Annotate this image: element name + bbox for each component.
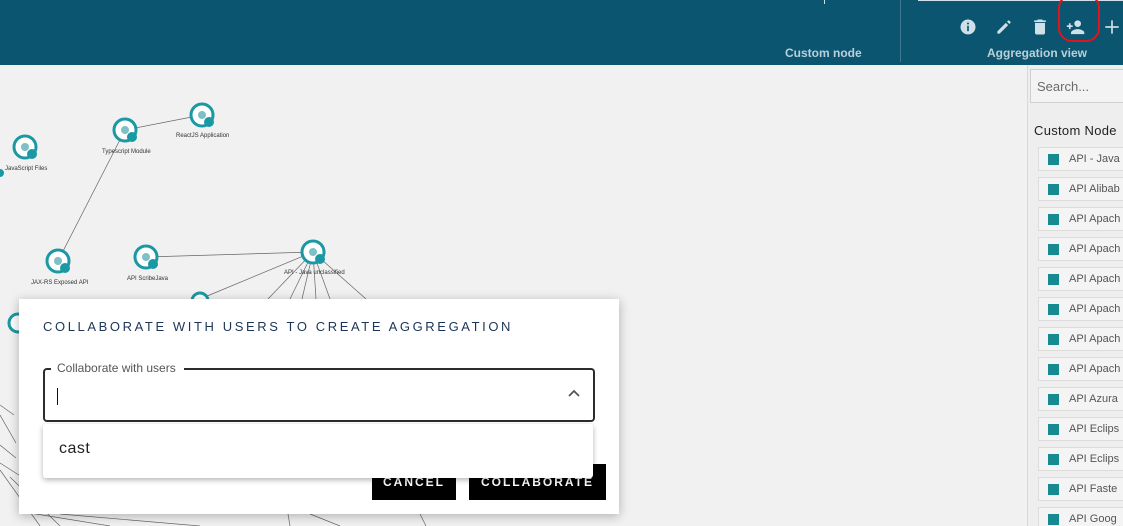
color-swatch-icon: [1048, 214, 1059, 225]
color-swatch-icon: [1048, 274, 1059, 285]
node-label: JavaScript Files: [5, 166, 48, 172]
custom-node-item[interactable]: API Eclips: [1038, 447, 1123, 471]
graph-nodes: [0, 102, 326, 334]
color-swatch-icon: [1048, 334, 1059, 345]
users-dropdown-list: cast: [43, 424, 593, 478]
node-label: JAX-RS Exposed API: [31, 280, 89, 286]
collaborate-users-label: Collaborate with users: [51, 361, 184, 375]
custom-node-item[interactable]: API Faste: [1038, 477, 1123, 501]
color-swatch-icon: [1048, 244, 1059, 255]
custom-node-item[interactable]: API Apach: [1038, 297, 1123, 321]
custom-node-section-label: Custom node: [785, 46, 862, 60]
search-input[interactable]: Search...: [1030, 69, 1123, 103]
add-plus-icon[interactable]: [1102, 17, 1122, 37]
delete-trash-icon[interactable]: [1030, 17, 1050, 37]
custom-node-item[interactable]: API Apach: [1038, 237, 1123, 261]
custom-node-item[interactable]: API Apach: [1038, 357, 1123, 381]
custom-node-item[interactable]: API Alibab: [1038, 177, 1123, 201]
color-swatch-icon: [1048, 154, 1059, 165]
custom-node-item[interactable]: API Apach: [1038, 327, 1123, 351]
color-swatch-icon: [1048, 424, 1059, 435]
collaborate-users-field[interactable]: Collaborate with users: [43, 361, 595, 422]
red-annotation-mark: [1058, 0, 1100, 42]
color-swatch-icon: [1048, 304, 1059, 315]
user-option[interactable]: cast: [59, 440, 90, 458]
custom-node-panel: Search... Custom Node API - Java API Ali…: [1027, 65, 1123, 526]
color-swatch-icon: [1048, 364, 1059, 375]
chevron-up-icon[interactable]: [567, 386, 581, 400]
text-cursor: [57, 388, 58, 405]
color-swatch-icon: [1048, 184, 1059, 195]
header-tick: [824, 0, 825, 4]
node-label: ReactJS Application: [176, 133, 230, 139]
edit-pencil-icon[interactable]: [994, 17, 1014, 37]
color-swatch-icon: [1048, 394, 1059, 405]
aggregation-view-section-label: Aggregation view: [987, 46, 1088, 60]
color-swatch-icon: [1048, 454, 1059, 465]
custom-node-item[interactable]: API Goog: [1038, 507, 1123, 526]
dialog-title: COLLABORATE WITH USERS TO CREATE AGGREGA…: [43, 319, 514, 334]
color-swatch-icon: [1048, 484, 1059, 495]
color-swatch-icon: [1048, 514, 1059, 525]
custom-node-item[interactable]: API Azura: [1038, 387, 1123, 411]
node-label: Typescript Module: [102, 149, 151, 155]
custom-node-item[interactable]: API - Java: [1038, 147, 1123, 171]
custom-node-item[interactable]: API Apach: [1038, 207, 1123, 231]
info-icon[interactable]: [958, 17, 978, 37]
node-label: API - Java unclassified: [284, 270, 345, 276]
custom-node-item[interactable]: API Eclips: [1038, 417, 1123, 441]
custom-node-heading: Custom Node: [1034, 123, 1117, 138]
header-divider: [900, 0, 901, 62]
collaborate-dialog: COLLABORATE WITH USERS TO CREATE AGGREGA…: [19, 299, 619, 514]
custom-node-item[interactable]: API Apach: [1038, 267, 1123, 291]
top-header: Custom node Aggregation view: [0, 0, 1123, 65]
node-label: API ScribeJava: [127, 276, 169, 282]
